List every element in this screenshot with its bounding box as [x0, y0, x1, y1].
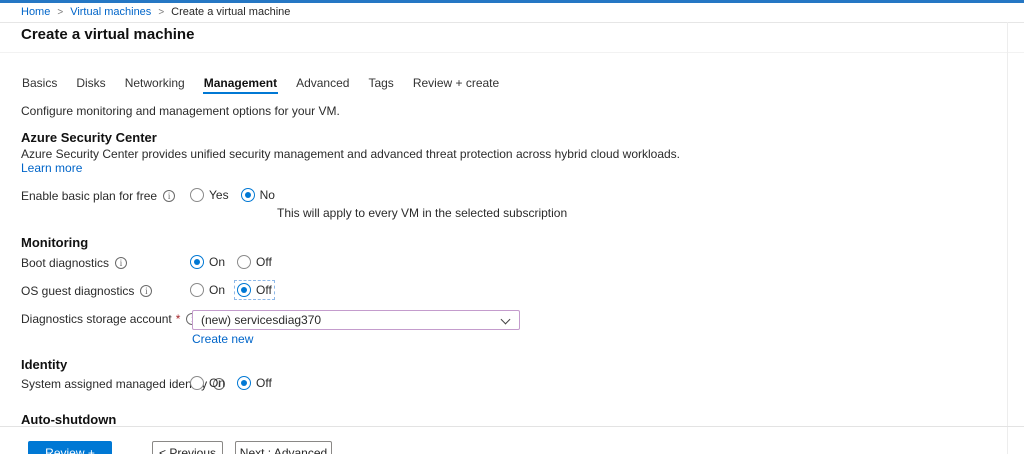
breadcrumb: Home > Virtual machines > Create a virtu…	[21, 6, 290, 18]
radio-label: Off	[256, 376, 272, 390]
subscription-note: This will apply to every VM in the selec…	[277, 206, 567, 220]
section-heading-auto-shutdown: Auto-shutdown	[21, 412, 116, 427]
managed-identity-label-text: System assigned managed identity	[21, 377, 207, 391]
tab-disks[interactable]: Disks	[75, 77, 106, 94]
os-guest-diagnostics-label: OS guest diagnostics i	[21, 284, 152, 298]
radio-unselected-icon	[190, 188, 204, 202]
managed-identity-radio-group: On Off	[190, 376, 272, 390]
breadcrumb-link-virtual-machines[interactable]: Virtual machines	[70, 6, 151, 18]
radio-option-off[interactable]: Off	[237, 255, 272, 269]
tab-management[interactable]: Management	[203, 77, 278, 94]
radio-option-off[interactable]: Off	[237, 376, 272, 390]
radio-label: Off	[256, 255, 272, 269]
panel-right-edge	[1007, 22, 1008, 454]
radio-option-no[interactable]: No	[241, 188, 275, 202]
create-new-link[interactable]: Create new	[192, 332, 253, 346]
breadcrumb-link-home[interactable]: Home	[21, 6, 50, 18]
radio-label: On	[209, 283, 225, 297]
radio-option-on[interactable]: On	[190, 283, 225, 297]
learn-more-link[interactable]: Learn more	[21, 161, 82, 175]
diagnostics-storage-account-select[interactable]: (new) servicesdiag370	[192, 310, 520, 330]
select-value: (new) servicesdiag370	[201, 313, 321, 327]
security-center-description: Azure Security Center provides unified s…	[21, 147, 680, 161]
breadcrumb-divider	[0, 22, 1024, 23]
os-guest-diagnostics-radio-group: On Off	[190, 283, 272, 297]
radio-option-off[interactable]: Off	[237, 283, 272, 297]
title-divider	[0, 52, 1024, 53]
breadcrumb-current-page: Create a virtual machine	[171, 6, 290, 18]
top-accent-bar	[0, 0, 1024, 3]
chevron-right-icon: >	[158, 7, 164, 18]
radio-selected-icon	[237, 376, 251, 390]
tab-description: Configure monitoring and management opti…	[21, 104, 340, 118]
section-heading-identity: Identity	[21, 357, 67, 372]
tab-networking[interactable]: Networking	[124, 77, 186, 94]
footer-divider	[0, 426, 1024, 427]
chevron-down-icon	[501, 315, 511, 325]
radio-label: On	[209, 255, 225, 269]
page-title: Create a virtual machine	[21, 26, 194, 43]
radio-label: On	[209, 376, 225, 390]
tab-advanced[interactable]: Advanced	[295, 77, 350, 94]
enable-basic-plan-radio-group: Yes No	[190, 188, 275, 202]
next-advanced-button[interactable]: Next : Advanced >	[235, 441, 332, 454]
info-icon[interactable]: i	[163, 190, 175, 202]
boot-diagnostics-label: Boot diagnostics i	[21, 256, 127, 270]
diagnostics-storage-account-label-text: Diagnostics storage account	[21, 312, 172, 326]
radio-option-yes[interactable]: Yes	[190, 188, 229, 202]
section-heading-security-center: Azure Security Center	[21, 130, 157, 145]
wizard-tabs: Basics Disks Networking Management Advan…	[21, 77, 500, 94]
tab-tags[interactable]: Tags	[367, 77, 394, 94]
radio-label: No	[260, 188, 275, 202]
radio-selected-icon	[241, 188, 255, 202]
info-icon[interactable]: i	[115, 257, 127, 269]
radio-option-on[interactable]: On	[190, 255, 225, 269]
radio-label: Off	[256, 283, 272, 297]
tab-review-create[interactable]: Review + create	[412, 77, 500, 94]
radio-option-on[interactable]: On	[190, 376, 225, 390]
enable-basic-plan-label: Enable basic plan for free i	[21, 189, 175, 203]
boot-diagnostics-radio-group: On Off	[190, 255, 272, 269]
previous-button[interactable]: < Previous	[152, 441, 223, 454]
create-vm-page: Home > Virtual machines > Create a virtu…	[0, 0, 1024, 454]
radio-unselected-icon	[237, 255, 251, 269]
radio-selected-icon	[237, 283, 251, 297]
radio-selected-icon	[190, 255, 204, 269]
os-guest-diagnostics-label-text: OS guest diagnostics	[21, 284, 134, 298]
diagnostics-storage-account-label: Diagnostics storage account * i	[21, 312, 198, 326]
section-heading-monitoring: Monitoring	[21, 235, 88, 250]
chevron-right-icon: >	[57, 7, 63, 18]
required-marker: *	[176, 312, 181, 326]
info-icon[interactable]: i	[140, 285, 152, 297]
radio-unselected-icon	[190, 283, 204, 297]
enable-basic-plan-label-text: Enable basic plan for free	[21, 189, 157, 203]
radio-unselected-icon	[190, 376, 204, 390]
radio-label: Yes	[209, 188, 229, 202]
review-create-button[interactable]: Review + create	[28, 441, 112, 454]
boot-diagnostics-label-text: Boot diagnostics	[21, 256, 109, 270]
tab-basics[interactable]: Basics	[21, 77, 58, 94]
